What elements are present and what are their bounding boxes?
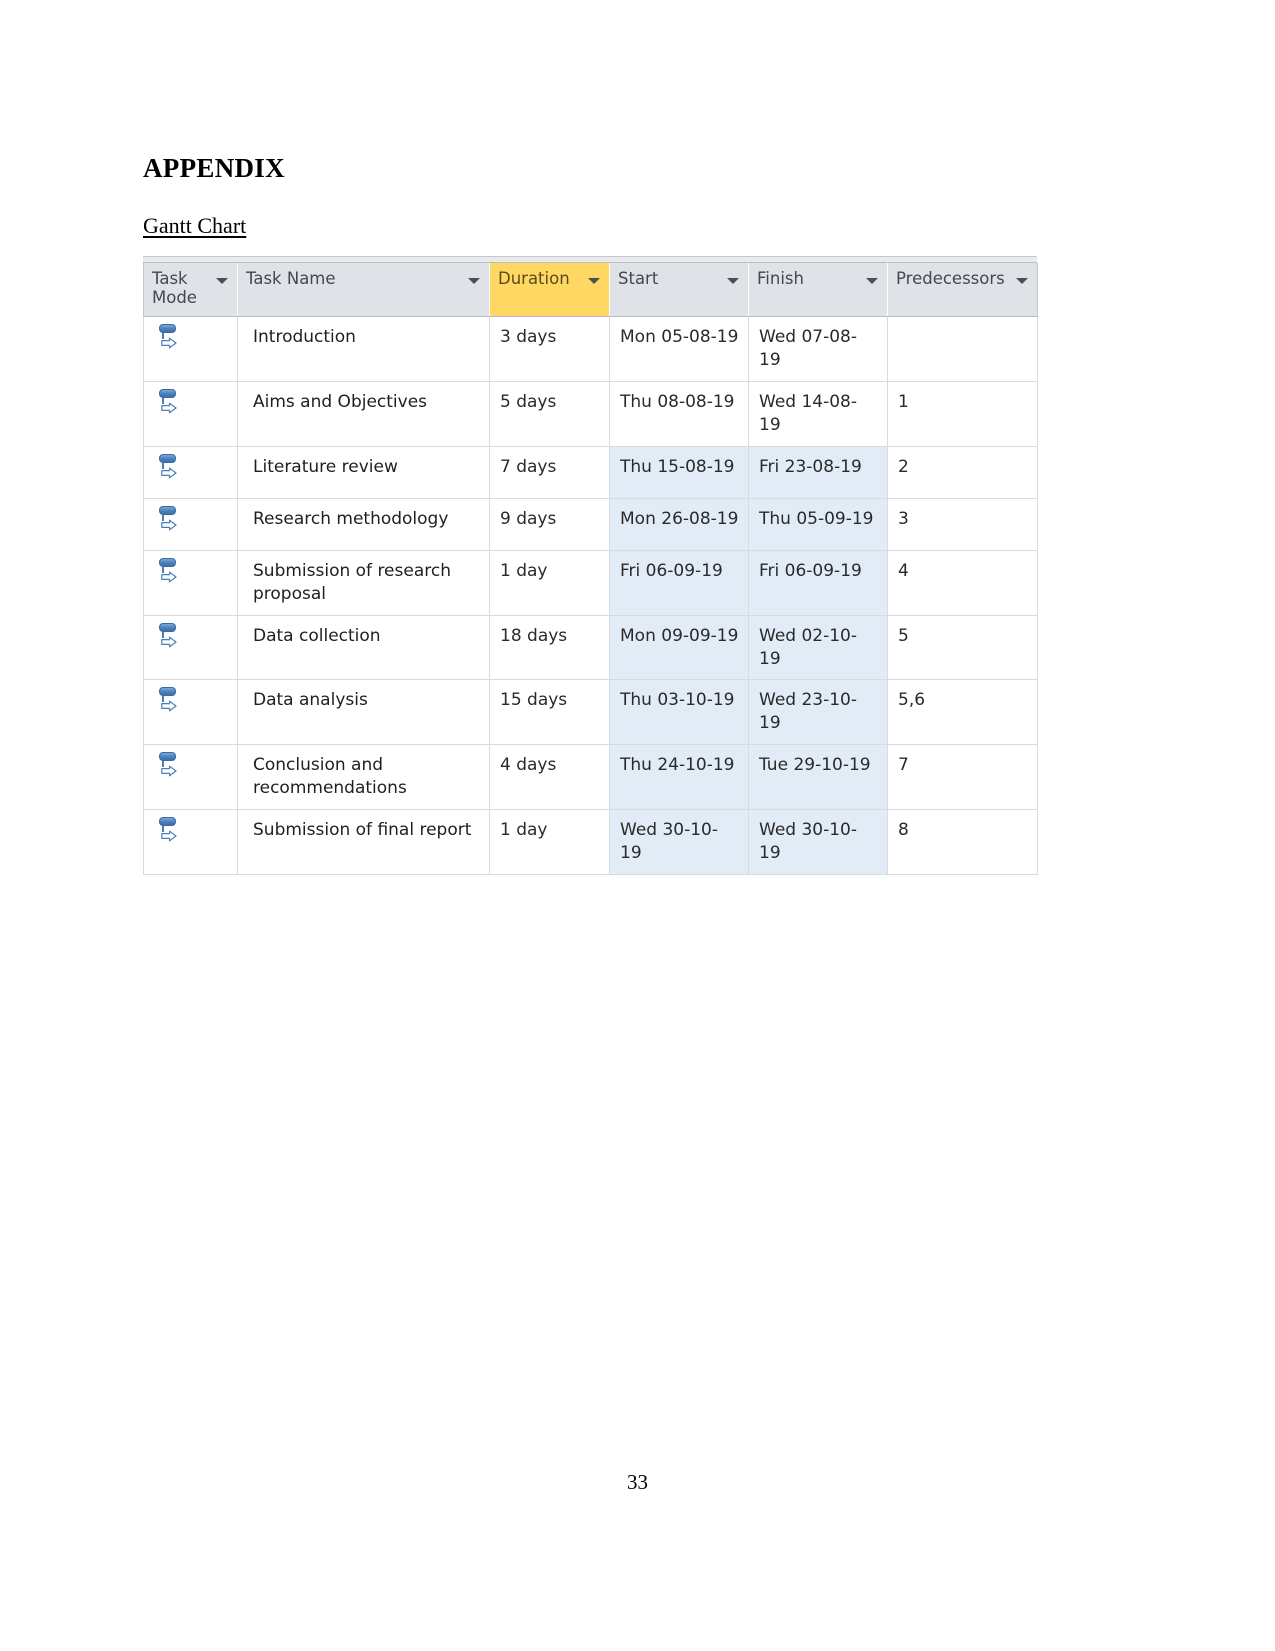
column-header-label: Start: [618, 269, 659, 288]
cell-task-name[interactable]: Research methodology: [237, 498, 490, 551]
cell-task-name[interactable]: Data collection: [237, 615, 490, 681]
cell-duration[interactable]: 9 days: [489, 498, 610, 551]
cell-duration[interactable]: 18 days: [489, 615, 610, 681]
cell-predecessors[interactable]: 3: [887, 498, 1038, 551]
cell-duration[interactable]: 15 days: [489, 679, 610, 746]
table-row[interactable]: Submission of research proposal 1 day Fri …: [143, 550, 1038, 616]
gantt-task-table: Task Mode Task Name Duration Start Finis…: [143, 256, 1038, 876]
table-row[interactable]: Aims and Objectives 5 days Thu 08-08-19 Wed…: [143, 381, 1038, 447]
column-header-label: Task Name: [246, 269, 336, 288]
table-row[interactable]: Data collection 18 days Mon 09-09-19 Wed 02…: [143, 615, 1038, 681]
cell-task-name[interactable]: Submission of research proposal: [237, 550, 490, 616]
column-header-task-name[interactable]: Task Name: [237, 263, 490, 317]
auto-scheduled-icon: [158, 557, 180, 584]
auto-scheduled-icon: [158, 687, 180, 713]
cell-duration[interactable]: 1 day: [489, 809, 610, 876]
cell-finish[interactable]: Fri 06-09-19: [748, 550, 888, 616]
table-row[interactable]: Research methodology 9 days Mon 26-08-19 Th…: [143, 498, 1038, 551]
cell-duration[interactable]: 4 days: [489, 744, 610, 811]
cell-start[interactable]: Wed 30-10-19: [609, 809, 749, 876]
cell-finish[interactable]: Wed 07-08-19: [748, 316, 888, 382]
table-row[interactable]: Conclusion and recommendations 4 days Thu …: [143, 744, 1038, 811]
cell-task-name[interactable]: Data analysis: [237, 679, 490, 746]
filter-dropdown-icon[interactable]: [588, 278, 600, 284]
cell-predecessors[interactable]: 2: [887, 446, 1038, 499]
cell-finish[interactable]: Wed 23-10-19: [748, 679, 888, 746]
auto-scheduled-icon: [158, 817, 180, 843]
cell-task-mode[interactable]: [143, 679, 238, 746]
cell-start[interactable]: Fri 06-09-19: [609, 550, 749, 616]
table-row[interactable]: Submission of final report 1 day Wed 30-10…: [143, 809, 1038, 876]
table-row[interactable]: Data analysis 15 days Thu 03-10-19 Wed 23-1…: [143, 679, 1038, 746]
document-page: APPENDIX Gantt Chart Task Mode Task Name: [0, 0, 1275, 1651]
cell-duration[interactable]: 1 day: [489, 550, 610, 616]
table-header-row: Task Mode Task Name Duration Start Finis…: [143, 263, 1038, 317]
auto-scheduled-icon: [158, 323, 180, 350]
cell-duration[interactable]: 3 days: [489, 316, 610, 382]
cell-task-mode[interactable]: [143, 381, 238, 447]
filter-dropdown-icon[interactable]: [1016, 278, 1028, 284]
cell-task-mode[interactable]: [143, 744, 238, 811]
cell-task-mode[interactable]: [143, 615, 238, 681]
cell-finish[interactable]: Fri 23-08-19: [748, 446, 888, 499]
cell-task-mode[interactable]: [143, 550, 238, 616]
table-row[interactable]: Literature review 7 days Thu 15-08-19 Fri 2…: [143, 446, 1038, 499]
column-header-duration[interactable]: Duration: [489, 263, 610, 317]
column-header-label: Predecessors: [896, 269, 1005, 288]
cell-duration[interactable]: 7 days: [489, 446, 610, 499]
cell-finish[interactable]: Thu 05-09-19: [748, 498, 888, 551]
table-row[interactable]: Introduction 3 days Mon 05-08-19 Wed 07-08-…: [143, 316, 1038, 382]
cell-start[interactable]: Thu 08-08-19: [609, 381, 749, 447]
cell-task-mode[interactable]: [143, 446, 238, 499]
cell-predecessors[interactable]: 7: [887, 744, 1038, 811]
cell-task-name[interactable]: Introduction: [237, 316, 490, 382]
filter-dropdown-icon[interactable]: [468, 278, 480, 284]
column-header-task-mode[interactable]: Task Mode: [143, 263, 238, 317]
cell-predecessors[interactable]: 8: [887, 809, 1038, 876]
cell-finish[interactable]: Wed 14-08-19: [748, 381, 888, 447]
auto-scheduled-icon: [158, 505, 180, 532]
cell-task-mode[interactable]: [143, 316, 238, 382]
column-header-label: Duration: [498, 269, 570, 288]
cell-start[interactable]: Mon 26-08-19: [609, 498, 749, 551]
cell-predecessors[interactable]: [887, 316, 1038, 382]
cell-task-mode[interactable]: [143, 809, 238, 876]
page-number: 33: [627, 1470, 648, 1494]
filter-dropdown-icon[interactable]: [216, 278, 228, 284]
cell-task-mode[interactable]: [143, 498, 238, 551]
task-grid-body: Introduction 3 days Mon 05-08-19 Wed 07-08-…: [143, 316, 1038, 876]
cell-finish[interactable]: Wed 30-10-19: [748, 809, 888, 876]
cell-start[interactable]: Mon 05-08-19: [609, 316, 749, 382]
column-header-label: Task Mode: [152, 269, 197, 308]
filter-dropdown-icon[interactable]: [866, 278, 878, 284]
cell-start[interactable]: Thu 24-10-19: [609, 744, 749, 811]
cell-predecessors[interactable]: 1: [887, 381, 1038, 447]
column-header-start[interactable]: Start: [609, 263, 749, 317]
cell-start[interactable]: Mon 09-09-19: [609, 615, 749, 681]
filter-dropdown-icon[interactable]: [727, 278, 739, 284]
auto-scheduled-icon: [158, 453, 180, 480]
cell-predecessors[interactable]: 5: [887, 615, 1038, 681]
column-header-predecessors[interactable]: Predecessors: [887, 263, 1038, 317]
section-label-gantt-chart: Gantt Chart: [143, 213, 247, 238]
cell-finish[interactable]: Wed 02-10-19: [748, 615, 888, 681]
cell-duration[interactable]: 5 days: [489, 381, 610, 447]
cell-predecessors[interactable]: 5,6: [887, 679, 1038, 746]
auto-scheduled-icon: [158, 752, 180, 778]
column-header-finish[interactable]: Finish: [748, 263, 888, 317]
cell-finish[interactable]: Tue 29-10-19: [748, 744, 888, 811]
page-title: APPENDIX: [143, 153, 285, 183]
cell-start[interactable]: Thu 03-10-19: [609, 679, 749, 746]
cell-task-name[interactable]: Submission of final report: [237, 809, 490, 876]
cell-predecessors[interactable]: 4: [887, 550, 1038, 616]
auto-scheduled-icon: [158, 622, 180, 649]
column-header-label: Finish: [757, 269, 804, 288]
cell-start[interactable]: Thu 15-08-19: [609, 446, 749, 499]
auto-scheduled-icon: [158, 388, 180, 415]
cell-task-name[interactable]: Literature review: [237, 446, 490, 499]
task-grid: Task Mode Task Name Duration Start Finis…: [143, 263, 1038, 876]
cell-task-name[interactable]: Conclusion and recommendations: [237, 744, 490, 811]
cell-task-name[interactable]: Aims and Objectives: [237, 381, 490, 447]
